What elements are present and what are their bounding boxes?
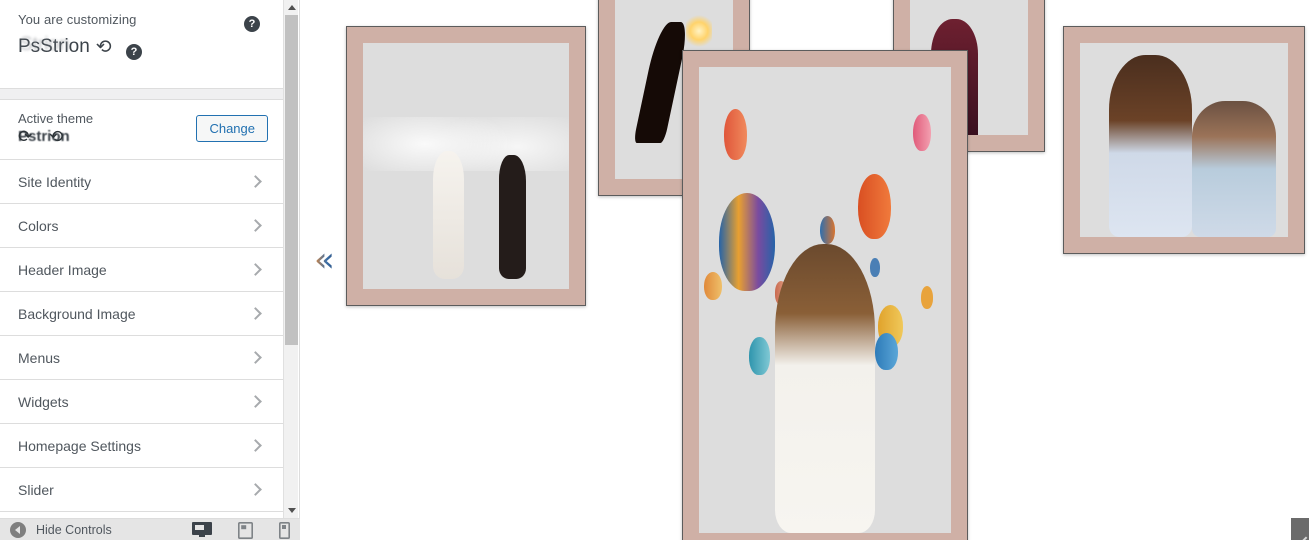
sidebar-item-menus[interactable]: Menus [0,336,284,380]
change-theme-button[interactable]: Change [196,115,268,142]
sidebar-scrollbar[interactable] [283,0,298,518]
sidebar-item-header-image[interactable]: Header Image [0,248,284,292]
tablet-icon[interactable] [238,521,253,539]
sidebar-item-colors[interactable]: Colors [0,204,284,248]
chevron-right-icon [249,263,262,276]
resize-handle-icon[interactable] [1291,518,1309,540]
slide-smiling-couple[interactable] [1063,26,1305,254]
customizer-app: You are customizing PsStrion Strion ⟳ ? … [0,0,1309,540]
scroll-up-button[interactable] [284,0,299,15]
scrollbar-thumb[interactable] [285,15,298,345]
customizer-header: You are customizing PsStrion Strion ⟳ ? … [0,0,284,88]
device-preview-switcher [192,519,290,540]
chevron-right-icon [249,439,262,452]
chevron-right-icon [249,175,262,188]
active-theme-row: Active theme Pstrion ⟳ ⟲ Change [0,100,284,160]
loading-spinner-icon: ⟳ [95,36,112,58]
slide-photo [1080,43,1288,237]
theme-loading-spinner-icon: ⟳ ⟲ [18,126,70,146]
balloon-icon [749,337,770,375]
balloon-icon [870,258,881,277]
active-theme-info: Active theme Pstrion ⟳ ⟲ [18,111,93,147]
slide-hot-air-balloons[interactable] [682,50,968,540]
chevron-right-icon [249,307,262,320]
sidebar-scroll-region: You are customizing PsStrion Strion ⟳ ? … [0,0,284,518]
hide-controls-label: Hide Controls [36,522,112,537]
sidebar-item-slider[interactable]: Slider [0,468,284,512]
active-theme-label: Active theme [18,110,94,126]
section-divider [0,88,284,100]
slide-wedding-couple[interactable] [346,26,586,306]
chevron-right-icon [249,219,262,232]
sidebar-item-homepage-settings[interactable]: Homepage Settings [0,424,284,468]
sidebar-item-widgets[interactable]: Widgets [0,380,284,424]
customizer-footer: Hide Controls [0,518,300,540]
panel-label: Menus [18,349,61,366]
balloon-icon [704,272,722,300]
chevron-right-icon [249,395,262,408]
collapse-left-icon [10,521,26,538]
chevron-right-icon [249,483,262,496]
help-icon-secondary[interactable]: ? [126,44,142,60]
site-title-row: PsStrion Strion ⟳ [18,34,268,60]
carousel-prev-arrow[interactable]: « [314,243,335,277]
customizer-panel-list: Site Identity Colors Header Image Backgr… [0,160,284,512]
customizing-eyebrow: You are customizing [18,12,137,27]
balloon-icon [875,332,899,370]
slide-photo [363,43,569,289]
balloon-icon [724,108,747,161]
balloon-icon [913,113,931,151]
sidebar-item-site-identity[interactable]: Site Identity [0,160,284,204]
panel-label: Widgets [18,393,69,410]
site-title-ghost: Strion [20,34,70,55]
panel-label: Site Identity [18,173,92,190]
balloon-icon [719,192,775,291]
site-preview-pane: « [300,0,1309,540]
panel-label: Colors [18,217,59,234]
balloon-icon [819,216,836,245]
slide-photo [699,67,951,533]
panel-label: Homepage Settings [18,437,141,454]
customizer-sidebar: You are customizing PsStrion Strion ⟳ ? … [0,0,300,540]
balloon-icon [857,174,891,240]
panel-label: Slider [18,481,54,498]
scroll-down-button[interactable] [284,503,299,518]
chevron-right-icon [249,351,262,364]
panel-label: Header Image [18,261,107,278]
mobile-icon[interactable] [279,521,290,539]
desktop-icon[interactable] [192,522,212,538]
sidebar-item-background-image[interactable]: Background Image [0,292,284,336]
balloon-icon [920,286,934,310]
hide-controls-button[interactable]: Hide Controls [10,521,112,538]
help-icon[interactable]: ? [244,16,260,32]
slide-subject [774,244,876,533]
panel-label: Background Image [18,305,136,322]
